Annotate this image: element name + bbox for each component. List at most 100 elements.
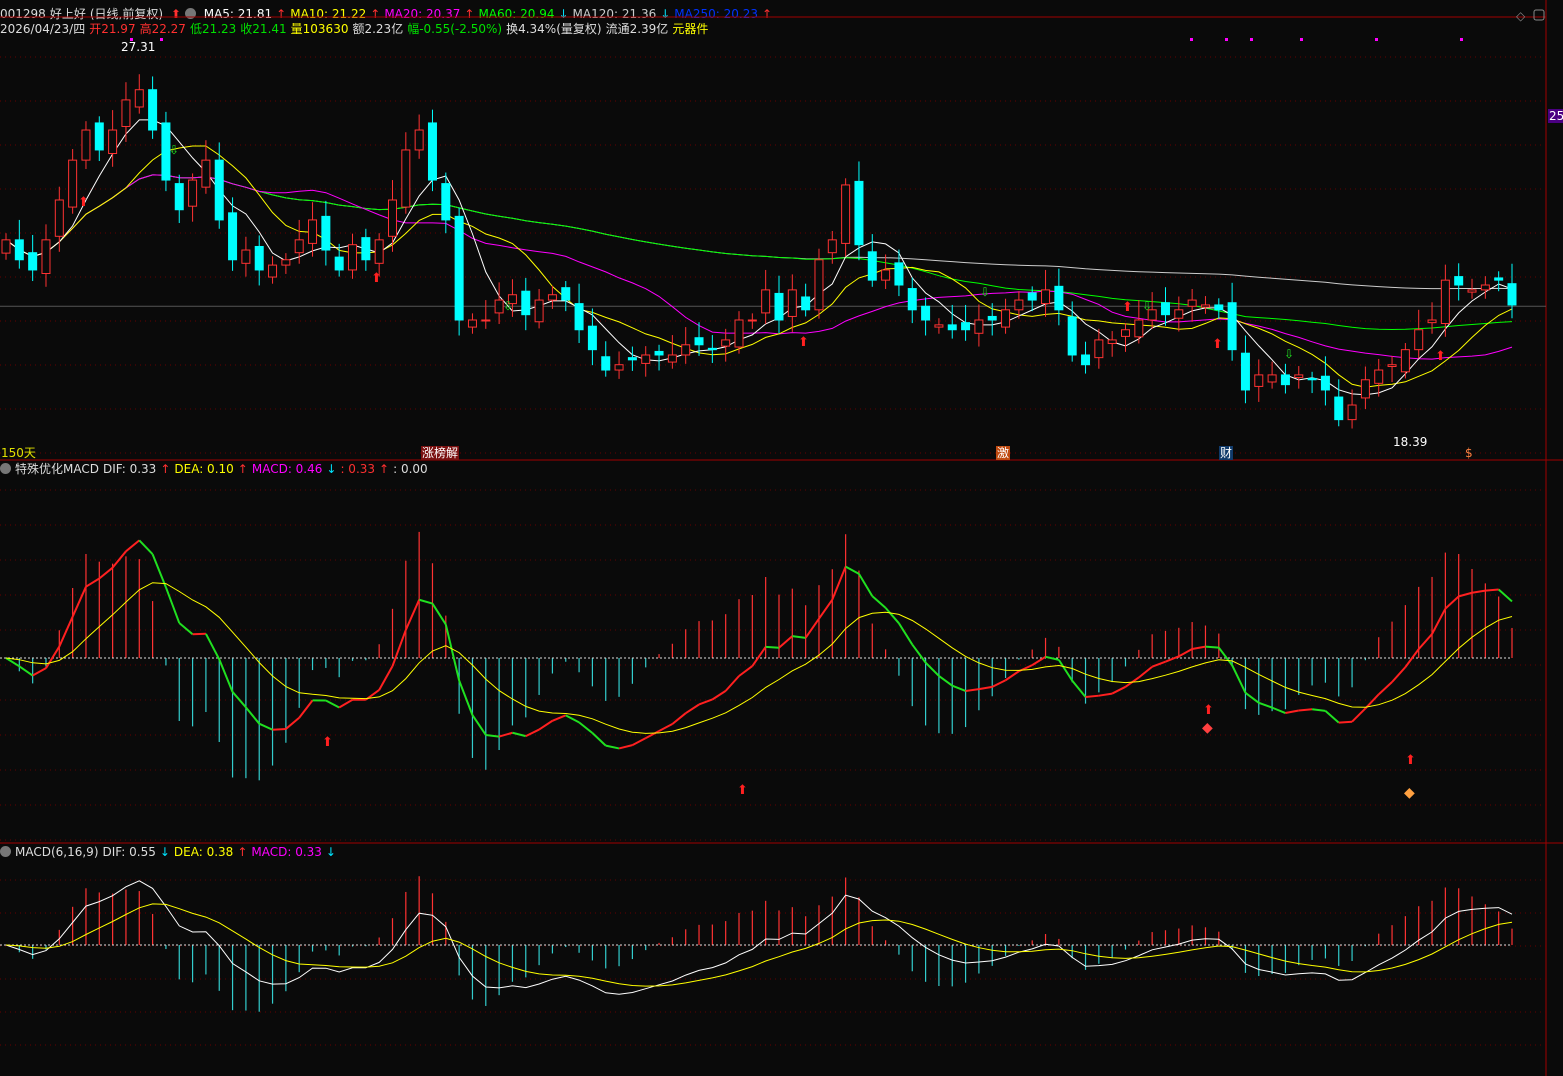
arrow-down-icon: ⇩ — [1142, 299, 1152, 313]
arrow-up-icon: ⬆ — [371, 271, 382, 286]
diamond-outline-icon: ◇ — [1516, 9, 1526, 23]
arrow-up-icon: ⬆ — [1212, 337, 1223, 352]
value-4: : 0.33 — [340, 462, 376, 476]
candle — [747, 319, 757, 322]
macd1-dif-line — [938, 675, 953, 687]
arrow-down-icon: ↓ — [159, 845, 170, 859]
arrow-up-icon: ⬆ — [322, 735, 333, 750]
candle — [827, 239, 837, 254]
arrow-down-icon: ⇩ — [1284, 347, 1294, 361]
macd1-dif-line — [1324, 710, 1340, 724]
candle — [308, 219, 318, 244]
macd1-dif-line — [565, 714, 580, 724]
candle — [1094, 339, 1104, 359]
candle — [1227, 302, 1237, 351]
macd1-dif-line — [1231, 664, 1247, 694]
signal-dot — [1250, 38, 1253, 41]
candle — [1427, 319, 1437, 324]
macd1-dif-line — [45, 646, 61, 669]
arrow-down-icon: ↓ — [325, 845, 336, 859]
candle — [1320, 375, 1330, 391]
arrow-up-icon: ↑ — [379, 462, 390, 476]
signal-dot — [1375, 38, 1378, 41]
macd1-dif-line — [631, 737, 647, 747]
candle — [787, 289, 797, 317]
macd1-dif-line — [444, 624, 461, 681]
candle — [947, 324, 957, 331]
macd1-dif-line — [1151, 660, 1166, 668]
candle — [1081, 354, 1091, 366]
candle — [1360, 379, 1370, 399]
macd1-dif-line — [924, 661, 940, 677]
macd1-dif-line — [485, 733, 500, 738]
candle — [1347, 404, 1357, 421]
macd1-dif-line — [778, 635, 793, 649]
macd1-dif-line — [751, 646, 767, 667]
tag-zhangbang[interactable]: 涨榜解 — [421, 446, 460, 460]
candle — [214, 159, 224, 221]
candle — [1280, 374, 1290, 386]
candle — [627, 357, 637, 361]
candle — [134, 89, 144, 108]
macd1-dif-line — [1205, 645, 1219, 649]
candle — [1507, 283, 1517, 306]
arrow-up-icon: ↑ — [237, 462, 248, 476]
dropdown-icon[interactable] — [0, 463, 11, 474]
candle — [707, 347, 717, 351]
candle — [228, 212, 238, 261]
macd1-dif-line — [458, 680, 474, 716]
candle — [1027, 292, 1037, 301]
kline-chart[interactable]: ⬆ ⬆ ⬆ ⬆ ⬆ ⬆ ⬆ ⬆ ⬆ ⬆ ⇩ ⇩ ⇩ ⇩ ⇩ ◆ ◆ ◇ — [0, 0, 1563, 1076]
macd1-dif-line — [1485, 588, 1499, 592]
candle — [961, 322, 971, 331]
candle — [414, 129, 424, 151]
macd1-dif-line — [605, 744, 620, 750]
macd1-dif-line — [1298, 708, 1313, 712]
macd1-dif-line — [965, 688, 980, 692]
diamond-icon: ◆ — [1202, 720, 1213, 736]
macd1-dif-line — [1138, 665, 1153, 679]
macd1-dif-line — [871, 595, 887, 609]
arrow-down-icon: ↓ — [326, 462, 337, 476]
macd1-dif-line — [1391, 666, 1407, 683]
indicator-title: 特殊优化MACD — [15, 462, 99, 476]
candle — [334, 256, 344, 271]
candle — [801, 296, 811, 311]
macd1-dif-line — [591, 732, 607, 747]
macd1-dif-line — [378, 665, 394, 691]
arrow-up-icon: ⬆ — [78, 195, 89, 210]
macd1-dif-line — [285, 716, 300, 730]
candle — [148, 89, 158, 131]
macd1-dif-line — [1338, 720, 1353, 724]
macd1-dif-line — [1071, 680, 1087, 698]
signal-dot — [1190, 38, 1193, 41]
candle — [641, 354, 651, 364]
arrow-up-icon: ↑ — [160, 462, 171, 476]
candle — [867, 251, 877, 281]
macd1-dif-line — [1244, 692, 1260, 704]
dropdown-icon[interactable] — [0, 846, 11, 857]
candle — [481, 319, 491, 322]
macd1-dif-line — [1058, 659, 1074, 682]
tag-cai[interactable]: 财 — [1219, 446, 1234, 460]
candle — [814, 259, 824, 311]
candle — [987, 315, 997, 321]
dea-value: DEA: 0.10 — [174, 462, 234, 476]
tag-ji[interactable]: 激 — [996, 446, 1011, 460]
macd1-dif-line — [991, 679, 1007, 688]
candle — [1307, 377, 1317, 381]
macd1-dif-line — [1351, 707, 1367, 723]
macd1-dif-line — [978, 685, 993, 691]
candle — [188, 179, 198, 207]
candle — [201, 159, 211, 188]
candle — [854, 180, 864, 246]
candle — [1160, 302, 1170, 316]
macd1-dif-line — [71, 586, 87, 618]
tag-dollar[interactable]: $ — [1464, 446, 1474, 460]
diamond-icon: ◆ — [1404, 785, 1415, 801]
candle — [321, 215, 331, 251]
candle — [1480, 284, 1490, 291]
candle — [1267, 374, 1277, 383]
macd1-dif-line — [85, 577, 100, 588]
macd1-dif-line — [552, 714, 567, 722]
